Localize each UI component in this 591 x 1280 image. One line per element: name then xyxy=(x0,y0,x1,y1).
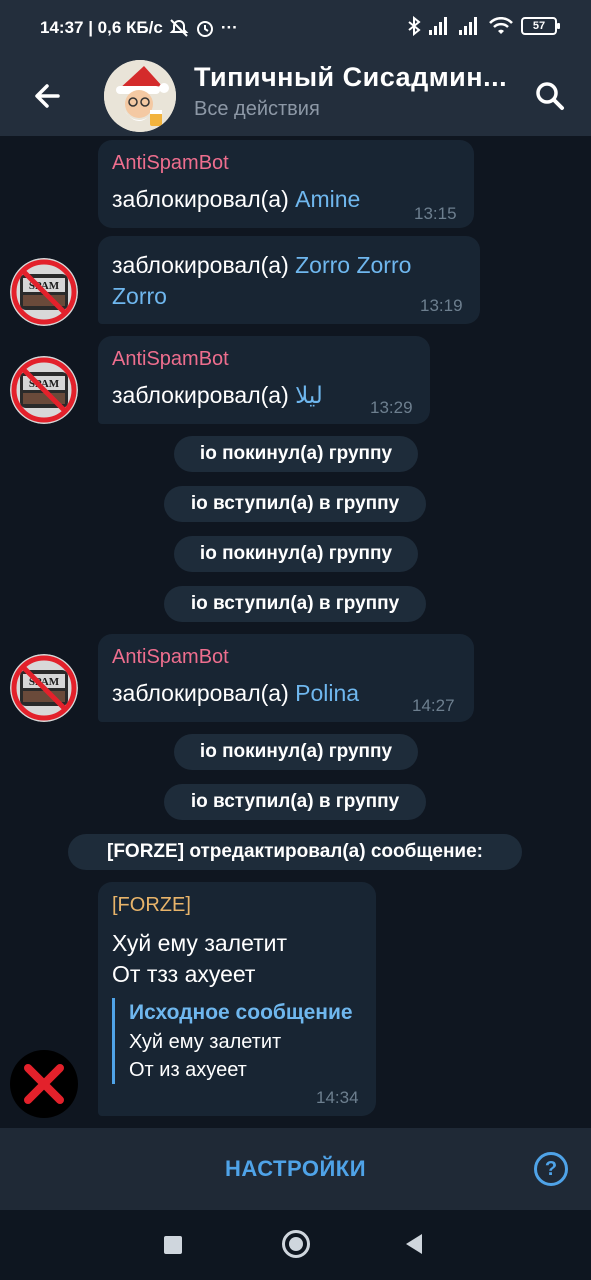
service-message: io вступил(а) в группу xyxy=(164,486,426,522)
message-sender: [FORZE] xyxy=(112,894,191,916)
message-time: 13:15 xyxy=(414,204,457,223)
status-right: 57 xyxy=(407,16,560,36)
action-text: заблокировал(а) xyxy=(112,252,296,278)
spam-can-icon: SPAM xyxy=(10,654,78,722)
service-message: io покинул(а) группу xyxy=(174,734,418,770)
spam-avatar[interactable]: SPAM xyxy=(10,356,78,424)
arrow-left-icon xyxy=(35,84,60,108)
bottom-bar: НАСТРОЙКИ ? xyxy=(0,1128,591,1210)
message-text: заблокировал(а) Zorro Zorro Zorro xyxy=(112,250,472,312)
mute-icon xyxy=(169,19,189,37)
action-text: заблокировал(а) xyxy=(112,186,296,212)
service-message: io вступил(а) в группу xyxy=(164,784,426,820)
service-message: [FORZE] отредактировал(а) сообщение: xyxy=(68,834,522,870)
chat-subtitle: Все действия xyxy=(194,98,320,120)
signal-icon-2 xyxy=(459,17,481,35)
settings-button[interactable]: НАСТРОЙКИ xyxy=(0,1128,591,1210)
message-time: 13:29 xyxy=(370,398,413,417)
message-bubble[interactable]: заблокировал(а) Zorro Zorro Zorro 13:19 xyxy=(98,236,480,324)
message-text: заблокировал(а) ليلا xyxy=(112,380,323,411)
search-button[interactable] xyxy=(528,74,572,118)
service-message: io покинул(а) группу xyxy=(174,436,418,472)
status-more: ··· xyxy=(220,18,238,37)
user-link[interactable]: Polina xyxy=(295,680,359,706)
user-link-cont[interactable]: Zorro xyxy=(112,283,167,309)
wifi-icon xyxy=(489,17,513,34)
spam-can-icon: SPAM xyxy=(10,356,78,424)
message-bubble[interactable]: AntiSpamBot заблокировал(а) Amine 13:15 xyxy=(98,140,474,228)
system-nav-bar xyxy=(0,1210,591,1280)
help-icon[interactable]: ? xyxy=(534,1152,568,1186)
spam-can-icon: SPAM xyxy=(10,258,78,326)
back-button[interactable] xyxy=(26,74,70,118)
message-sender: AntiSpamBot xyxy=(112,152,229,174)
bluetooth-icon xyxy=(408,16,421,36)
message-bubble[interactable]: AntiSpamBot заблокировал(а) Polina 14:27 xyxy=(98,634,474,722)
home-button[interactable] xyxy=(282,1230,310,1258)
recents-button[interactable] xyxy=(164,1236,182,1254)
message-time: 14:27 xyxy=(412,696,455,715)
action-text: заблокировал(а) xyxy=(112,680,296,706)
message-line: От тзз ахуеет xyxy=(112,961,256,987)
message-sender: AntiSpamBot xyxy=(112,348,229,370)
message-line: Хуй ему залетит xyxy=(112,930,288,956)
spam-avatar[interactable]: SPAM xyxy=(10,654,78,722)
message-time: 13:19 xyxy=(420,296,463,315)
message-sender: AntiSpamBot xyxy=(112,646,229,668)
message-time: 14:34 xyxy=(316,1088,359,1107)
quote-title: Исходное сообщение xyxy=(129,1001,353,1024)
signal-icon xyxy=(429,17,451,35)
message-text: Хуй ему залетит От тзз ахуеет xyxy=(112,928,287,990)
app-bar: Типичный Сисадмин... Все действия xyxy=(0,56,591,136)
user-link[interactable]: Zorro Zorro xyxy=(295,252,411,278)
status-time: 14:37 | 0,6 КБ/с xyxy=(40,18,163,37)
message-bubble[interactable]: AntiSpamBot заблокировал(а) ليلا 13:29 xyxy=(98,336,430,424)
chat-log[interactable]: AntiSpamBot заблокировал(а) Amine 13:15 … xyxy=(0,136,591,1128)
deleted-account-avatar[interactable] xyxy=(10,1050,78,1118)
santa-admin-avatar-icon xyxy=(104,60,176,132)
group-avatar[interactable] xyxy=(104,60,176,132)
service-message: io вступил(а) в группу xyxy=(164,586,426,622)
user-link[interactable]: ليلا xyxy=(295,382,323,408)
quote-line: Хуй ему залетит xyxy=(129,1031,282,1053)
spam-avatar[interactable]: SPAM xyxy=(10,258,78,326)
action-text: заблокировал(а) xyxy=(112,382,296,408)
service-message: io покинул(а) группу xyxy=(174,536,418,572)
user-link[interactable]: Amine xyxy=(295,186,360,212)
message-text: заблокировал(а) Amine xyxy=(112,184,360,215)
message-text: заблокировал(а) Polina xyxy=(112,678,359,709)
status-left: 14:37 | 0,6 КБ/с ··· xyxy=(40,18,238,38)
red-cross-icon xyxy=(24,1064,64,1104)
alarm-icon xyxy=(196,21,213,37)
system-back-button[interactable] xyxy=(406,1234,422,1254)
search-icon xyxy=(536,82,564,110)
quote-line: От из ахуеет xyxy=(129,1059,247,1081)
status-bar: 14:37 | 0,6 КБ/с ··· 57 xyxy=(0,0,591,56)
battery-icon: 57 xyxy=(521,17,560,35)
chat-title[interactable]: Типичный Сисадмин... xyxy=(194,62,507,93)
quoted-original[interactable]: Исходное сообщение Хуй ему залетит От из… xyxy=(112,998,362,1084)
message-bubble[interactable]: [FORZE] Хуй ему залетит От тзз ахуеет Ис… xyxy=(98,882,376,1116)
